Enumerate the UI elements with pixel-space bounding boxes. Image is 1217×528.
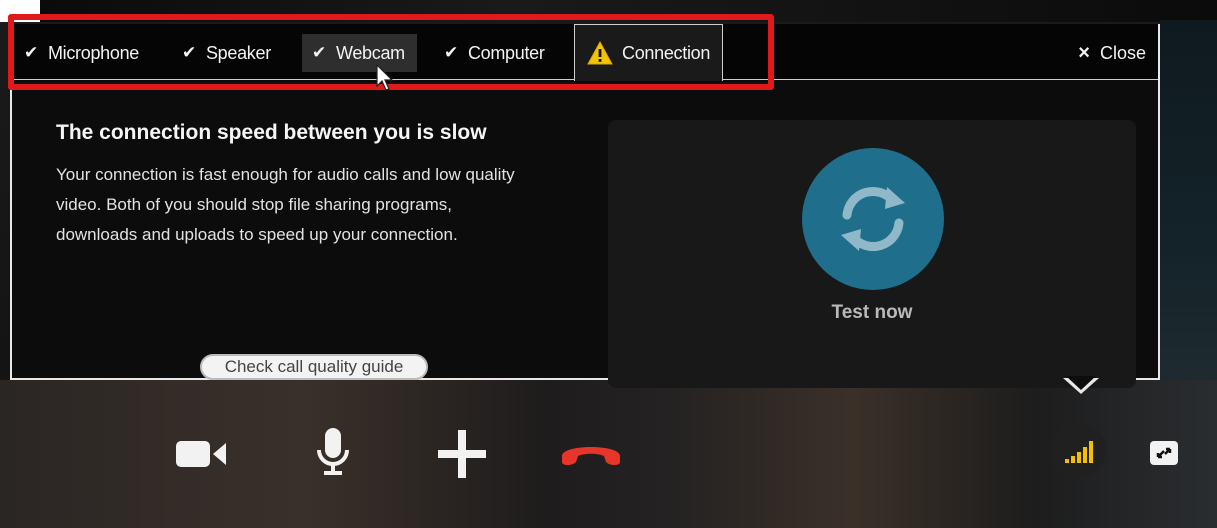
test-now-label: Test now — [831, 302, 913, 323]
signal-strength-icon[interactable] — [1052, 423, 1106, 477]
add-icon[interactable] — [438, 430, 486, 483]
close-icon: × — [1078, 41, 1090, 64]
refresh-icon — [841, 187, 905, 251]
close-button[interactable]: × Close — [1078, 34, 1146, 72]
connection-description: Your connection is fast enough for audio… — [56, 165, 515, 244]
connection-info: The connection speed between you is slow… — [56, 120, 576, 250]
expand-icon[interactable] — [1150, 441, 1178, 470]
mouse-cursor — [376, 63, 396, 97]
test-card: Test now — [608, 120, 1136, 388]
end-call-icon[interactable] — [560, 438, 622, 473]
panel-pointer-inner — [1066, 376, 1096, 390]
video-camera-icon[interactable] — [176, 439, 228, 474]
test-now-button[interactable] — [802, 148, 944, 290]
microphone-icon[interactable] — [316, 428, 350, 481]
call-window: ✔ Microphone ✔ Speaker ✔ Webcam ✔ Comput… — [0, 0, 1217, 528]
call-quality-guide-button[interactable]: Check call quality guide — [200, 354, 428, 380]
close-label: Close — [1099, 42, 1146, 63]
page-title: The connection speed between you is slow — [56, 121, 487, 144]
